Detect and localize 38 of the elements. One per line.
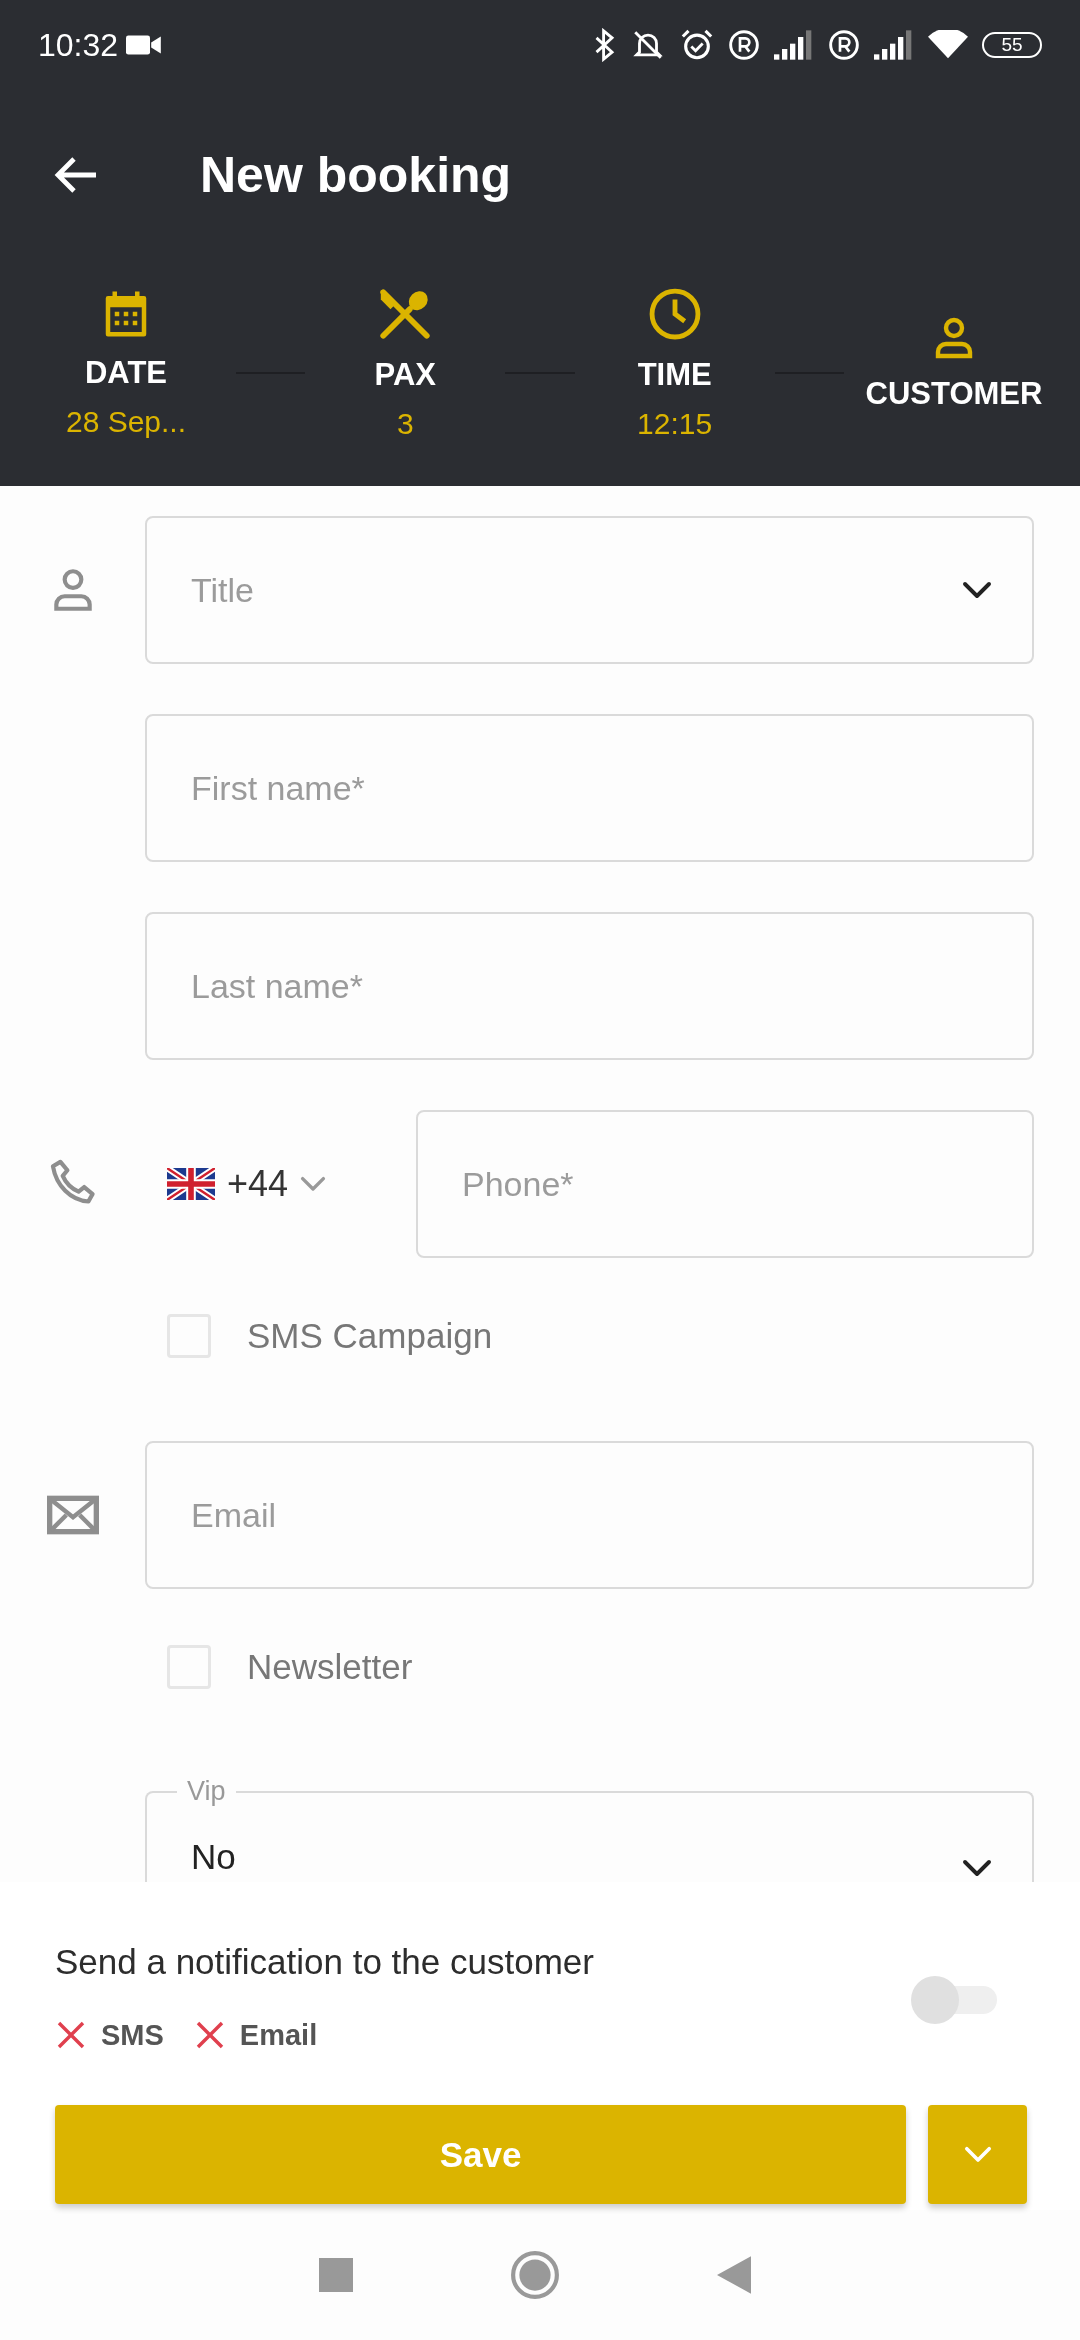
roaming-icon [828, 29, 860, 61]
country-code-selector[interactable]: +44 [145, 1162, 416, 1206]
step-label[interactable]: TIME [637, 357, 712, 393]
checkbox-label: Newsletter [247, 1647, 413, 1687]
roaming-icon [728, 29, 760, 61]
step-value: 3 [397, 407, 414, 441]
battery-icon: 55 [982, 32, 1042, 58]
envelope-icon [45, 1495, 100, 1535]
screen-title: New booking [200, 146, 512, 204]
step-value: 28 Sep... [65, 405, 187, 439]
chevron-down-icon [963, 2146, 992, 2163]
chevron-down-icon [300, 1176, 327, 1192]
checkbox-label: SMS Campaign [247, 1316, 493, 1356]
step-label[interactable]: DATE [84, 355, 168, 391]
recents-icon[interactable] [318, 2258, 353, 2292]
channel-label: Email [239, 2018, 318, 2052]
step-label[interactable]: CUSTOMER [865, 376, 1043, 412]
input-field[interactable]: Email [145, 1441, 1034, 1589]
bluetooth-icon [594, 28, 616, 62]
status-time: 10:32 [38, 26, 119, 64]
step-label[interactable]: PAX [374, 357, 437, 393]
video-camera-icon [126, 33, 163, 57]
step-value: 12:15 [637, 407, 713, 441]
wifi-icon [928, 30, 968, 60]
input-field[interactable]: First name* [145, 714, 1034, 862]
notification-label: Send a notification to the customer [55, 1941, 595, 1983]
chevron-down-icon [962, 581, 992, 599]
input-field[interactable]: Last name* [145, 912, 1034, 1060]
chevron-down-icon [962, 1859, 992, 1877]
notification-toggle[interactable] [911, 1976, 997, 2024]
back-icon[interactable] [717, 2256, 752, 2294]
alarm-icon [680, 28, 714, 62]
home-icon[interactable] [510, 2250, 560, 2300]
signal-icon [774, 30, 814, 60]
flag-icon [167, 1168, 215, 1200]
channel-label: SMS [101, 2018, 164, 2052]
phone-field[interactable]: Phone* [416, 1110, 1034, 1258]
signal-icon [874, 30, 914, 60]
